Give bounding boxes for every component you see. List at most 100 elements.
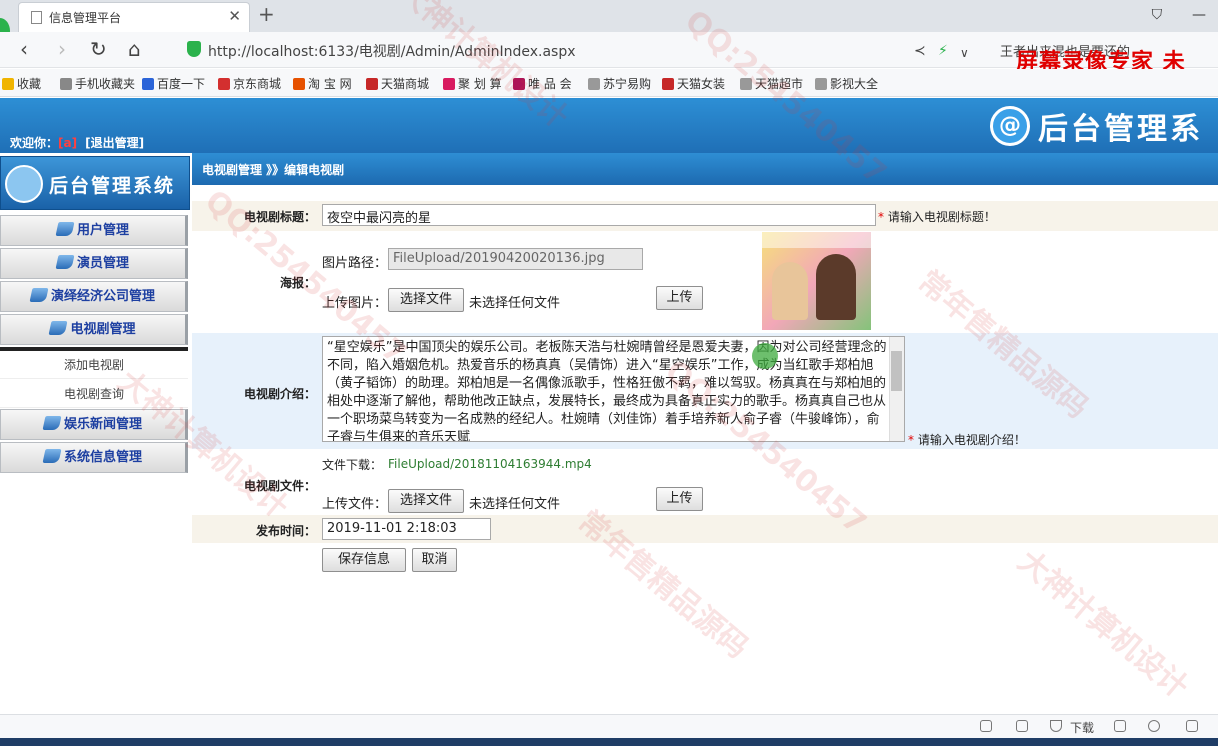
- sidebar: 后台管理系统 用户管理 演员管理 演绎经济公司管理 电视剧管理 添加电视剧 电视…: [0, 153, 190, 483]
- forward-icon[interactable]: ›: [58, 38, 66, 60]
- window-controls: ⛉ —: [1138, 0, 1218, 32]
- page-icon: [31, 11, 42, 24]
- phone-icon: [60, 78, 72, 90]
- date-label: 发布时间：: [255, 524, 316, 538]
- vip-icon: [513, 78, 525, 90]
- browser-tab-bar: 信息管理平台 ✕ + ⛉ —: [0, 0, 1218, 44]
- image-path-input: FileUpload/20190420020136.jpg: [388, 248, 643, 270]
- bookmark-item[interactable]: 天猫商城: [366, 75, 429, 92]
- intro-label: 电视剧介绍：: [243, 387, 316, 401]
- bookmark-item[interactable]: 淘 宝 网: [293, 75, 352, 92]
- juhuasuan-icon: [443, 78, 455, 90]
- scrollbar-thumb[interactable]: [891, 351, 902, 391]
- bookmark-item[interactable]: 影视大全: [815, 75, 878, 92]
- at-logo-icon: @: [990, 106, 1030, 146]
- file-download-link[interactable]: FileUpload/20181104163944.mp4: [388, 457, 592, 471]
- intro-text: “星空娱乐”是中国顶尖的娱乐公司。老板陈天浩与杜婉晴曾经是恩爱夫妻，因为对公司经…: [327, 340, 887, 442]
- page-icon: [588, 78, 600, 90]
- choose-file-button[interactable]: 选择文件: [388, 489, 464, 513]
- speed-icon[interactable]: [980, 720, 992, 732]
- poster-figure: [772, 262, 808, 320]
- upload-file-label: 上传文件：: [322, 497, 388, 512]
- url-text: http://localhost:6133/电视剧/Admin/AdminInd…: [208, 44, 576, 60]
- bookmark-item[interactable]: 聚 划 算: [443, 75, 502, 92]
- url-bar[interactable]: http://localhost:6133/电视剧/Admin/AdminInd…: [182, 37, 902, 63]
- refresh-icon[interactable]: ↻: [90, 38, 107, 60]
- sidebar-item-actors[interactable]: 演员管理: [0, 248, 188, 279]
- sidebar-item-system[interactable]: 系统信息管理: [0, 442, 188, 473]
- window-icon[interactable]: [1186, 720, 1198, 732]
- sidebar-item-companies[interactable]: 演绎经济公司管理: [0, 281, 188, 312]
- menu-icon: [55, 222, 75, 236]
- menu-icon: [42, 416, 62, 430]
- mouse-cursor-highlight: [752, 343, 778, 369]
- header-logo: @ 后台管理系: [990, 104, 1203, 148]
- title-input[interactable]: 夜空中最闪亮的星: [322, 204, 876, 226]
- new-tab-button[interactable]: +: [258, 2, 275, 26]
- sidebar-item-news[interactable]: 娱乐新闻管理: [0, 409, 188, 440]
- bookmark-item[interactable]: 天猫女装: [662, 75, 725, 92]
- minimize-icon[interactable]: —: [1180, 0, 1218, 30]
- username: [a]: [58, 136, 78, 150]
- pin-icon[interactable]: [1016, 720, 1028, 732]
- back-icon[interactable]: ‹: [20, 38, 28, 60]
- download-icon[interactable]: [1050, 720, 1062, 732]
- choose-image-button[interactable]: 选择文件: [388, 288, 464, 312]
- tmall-icon: [366, 78, 378, 90]
- bookmark-item[interactable]: 唯 品 会: [513, 75, 572, 92]
- sidebar-item-users[interactable]: 用户管理: [0, 215, 188, 246]
- browser-tab[interactable]: 信息管理平台 ✕: [18, 2, 250, 32]
- lightning-icon[interactable]: ⚡: [938, 40, 948, 62]
- no-file-selected: 未选择任何文件: [469, 497, 561, 512]
- jd-icon: [218, 78, 230, 90]
- cancel-button[interactable]: 取消: [412, 548, 457, 572]
- close-tab-icon[interactable]: ✕: [228, 7, 241, 25]
- poster-figure: [816, 254, 856, 320]
- flag-icon[interactable]: [1114, 720, 1126, 732]
- header-logo-text: 后台管理系: [1038, 112, 1203, 147]
- poster-image: [762, 232, 871, 330]
- page-icon: [740, 78, 752, 90]
- menu-icon: [48, 321, 68, 335]
- home-icon[interactable]: ⌂: [128, 38, 141, 60]
- admin-header: 欢迎你：[a] [退出管理] @ 后台管理系: [0, 98, 1218, 153]
- upload-image-button[interactable]: 上传: [656, 286, 703, 310]
- menu-icon: [55, 255, 75, 269]
- os-taskbar: [0, 738, 1218, 746]
- upload-file-button[interactable]: 上传: [656, 487, 703, 511]
- intro-scrollbar[interactable]: [889, 337, 904, 441]
- sidebar-item-tv[interactable]: 电视剧管理: [0, 314, 188, 345]
- download-label[interactable]: 下载: [1070, 719, 1094, 736]
- chevron-down-icon[interactable]: ∨: [960, 42, 969, 64]
- save-button[interactable]: 保存信息: [322, 548, 406, 572]
- menu-icon: [29, 288, 49, 302]
- star-icon: [2, 78, 14, 90]
- taobao-icon: [293, 78, 305, 90]
- bookmark-item[interactable]: 京东商城: [218, 75, 281, 92]
- bookmark-item[interactable]: 手机收藏夹: [60, 75, 135, 92]
- breadcrumb: 电视剧管理 》》编辑电视剧: [192, 153, 1218, 185]
- sidebar-subitem-query-tv[interactable]: 电视剧查询: [0, 380, 188, 408]
- page-icon: [815, 78, 827, 90]
- bookmark-item[interactable]: 收藏: [2, 75, 41, 92]
- bookmark-item[interactable]: 苏宁易购: [588, 75, 651, 92]
- tab-title: 信息管理平台: [49, 11, 122, 25]
- sidebar-logo: 后台管理系统: [0, 156, 190, 210]
- bookmark-item[interactable]: 天猫超市: [740, 75, 803, 92]
- welcome-text: 欢迎你：: [10, 136, 59, 150]
- intro-textarea[interactable]: “星空娱乐”是中国顶尖的娱乐公司。老板陈天浩与杜婉晴曾经是恩爱夫妻，因为对公司经…: [322, 336, 905, 442]
- logout-link[interactable]: [退出管理]: [85, 136, 144, 150]
- image-path-label: 图片路径：: [322, 256, 388, 271]
- bookmark-item[interactable]: 百度一下: [142, 75, 205, 92]
- sidebar-subitem-add-tv[interactable]: 添加电视剧: [0, 351, 188, 379]
- date-input[interactable]: 2019-11-01 2:18:03: [322, 518, 491, 540]
- share-icon[interactable]: ≺: [914, 40, 926, 62]
- octopus-logo-icon: [5, 165, 43, 203]
- file-label: 电视剧文件：: [243, 479, 316, 493]
- menu-icon: [42, 449, 62, 463]
- browser-status-bar: 下载: [0, 714, 1218, 738]
- welcome-bar: 欢迎你：[a] [退出管理]: [10, 134, 144, 151]
- ie-icon[interactable]: [1148, 720, 1160, 732]
- poster-banner: [762, 232, 871, 248]
- window-skin-icon[interactable]: ⛉: [1138, 0, 1176, 30]
